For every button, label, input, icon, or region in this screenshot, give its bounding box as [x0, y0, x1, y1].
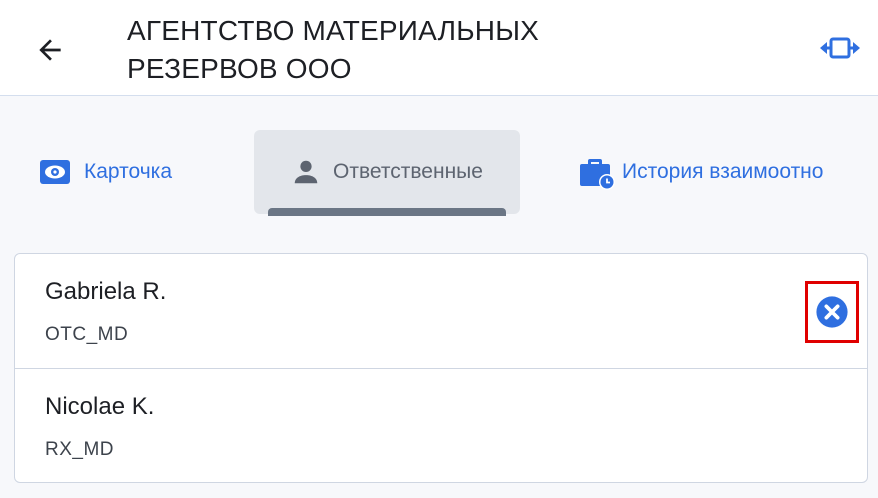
- back-button[interactable]: [30, 30, 70, 70]
- responsible-code: OTC_MD: [45, 324, 129, 345]
- app-header: АГЕНТСТВО МАТЕРИАЛЬНЫХ РЕЗЕРВОВ ООО: [0, 0, 878, 96]
- tab-responsibles[interactable]: Ответственные: [254, 130, 520, 216]
- tab-history[interactable]: История взаимоотно: [578, 130, 823, 214]
- responsibles-list: Gabriela R. OTC_MD Nicolae K. RX_MD: [14, 253, 868, 483]
- briefcase-clock-icon: [578, 153, 618, 191]
- tab-bar: Карточка Ответственные История взаимоотн…: [0, 130, 878, 220]
- tab-responsibles-label: Ответственные: [333, 160, 483, 183]
- expand-button[interactable]: [816, 30, 864, 66]
- tab-card[interactable]: Карточка: [38, 130, 172, 214]
- tab-card-label: Карточка: [84, 160, 172, 183]
- person-icon: [291, 157, 321, 187]
- tab-history-label: История взаимоотно: [622, 160, 824, 183]
- remove-responsible-button[interactable]: [805, 281, 859, 343]
- close-circle-icon: [816, 296, 848, 328]
- responsible-name: Nicolae K.: [45, 393, 155, 420]
- active-tab-indicator: [268, 208, 506, 216]
- expand-horizontal-icon: [820, 37, 860, 59]
- page-title: АГЕНТСТВО МАТЕРИАЛЬНЫХ РЕЗЕРВОВ ООО: [127, 12, 727, 88]
- arrow-left-icon: [39, 39, 61, 61]
- eye-card-icon: [38, 158, 72, 186]
- responsible-code: RX_MD: [45, 439, 115, 460]
- list-item[interactable]: Nicolae K. RX_MD: [15, 368, 867, 482]
- list-item[interactable]: Gabriela R. OTC_MD: [15, 254, 867, 368]
- responsible-name: Gabriela R.: [45, 278, 167, 305]
- title-line-2: РЕЗЕРВОВ ООО: [127, 53, 352, 84]
- title-line-1: АГЕНТСТВО МАТЕРИАЛЬНЫХ: [127, 15, 540, 46]
